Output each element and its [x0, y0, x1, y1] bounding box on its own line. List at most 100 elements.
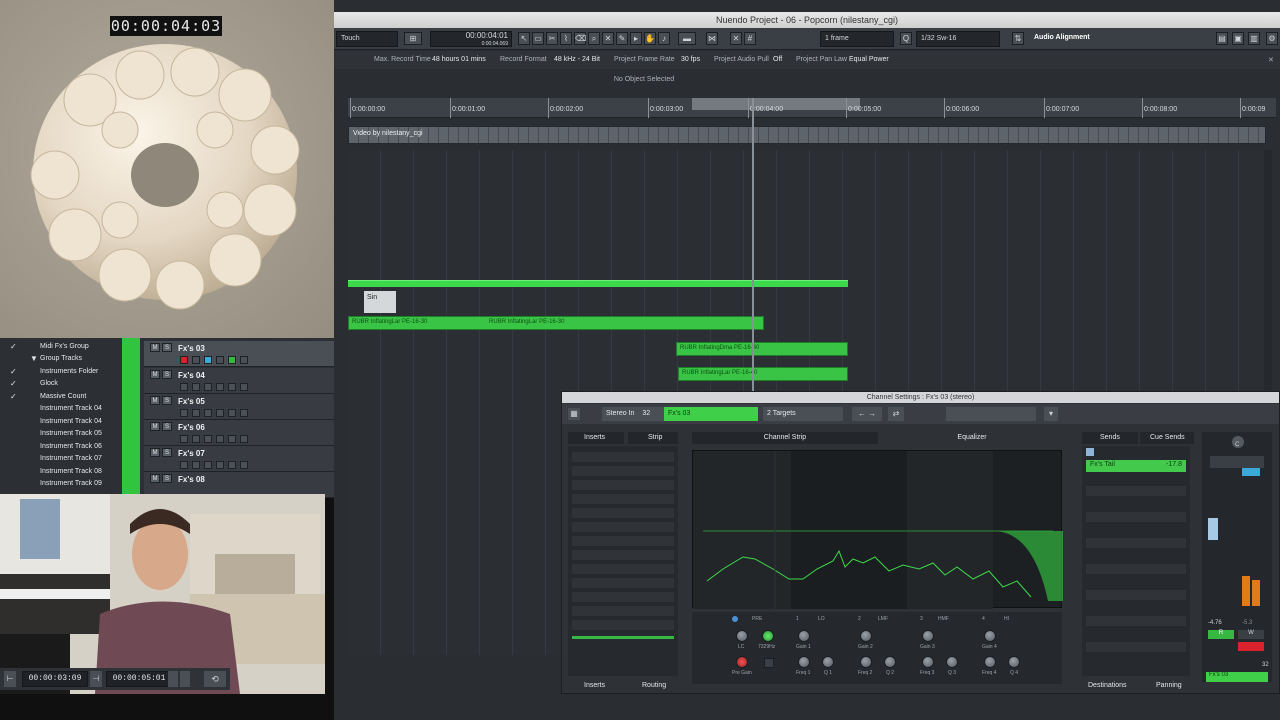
- tab-strip[interactable]: Strip: [628, 432, 678, 444]
- left-locator-field[interactable]: 00:00:03:09: [22, 671, 88, 687]
- track-list-item[interactable]: Instrument Track 05: [0, 428, 122, 440]
- lane-button[interactable]: [204, 383, 212, 391]
- glue-tool-icon[interactable]: ⌇: [560, 32, 572, 45]
- track-list-item[interactable]: ✓ Glock: [0, 378, 122, 390]
- bottom-tab-inserts[interactable]: Inserts: [584, 682, 605, 689]
- track-header[interactable]: M S Fx's 05: [144, 394, 334, 420]
- write-button[interactable]: W: [1238, 630, 1264, 639]
- read-button[interactable]: [228, 435, 236, 443]
- write-button[interactable]: [240, 409, 248, 417]
- write-button[interactable]: [240, 383, 248, 391]
- solo-button[interactable]: S: [162, 448, 172, 457]
- write-button[interactable]: [240, 435, 248, 443]
- insert-slot[interactable]: [572, 466, 674, 476]
- layout-left-icon[interactable]: ▤: [1216, 32, 1228, 45]
- quantize-select[interactable]: 1/32 Sw-16: [916, 31, 1000, 47]
- timeline-ruler[interactable]: 0:00:00:00 0:00:01:00 0:00:02:00 0:00:03…: [348, 98, 1276, 118]
- track-list-item[interactable]: ✓ Midi Fx's Group: [0, 341, 122, 353]
- send-slot[interactable]: [1086, 642, 1186, 652]
- layout-mid-icon[interactable]: ▣: [1232, 32, 1244, 45]
- prev-next-channel-icon[interactable]: ← →: [852, 407, 882, 421]
- link-button[interactable]: [216, 435, 224, 443]
- audio-alignment-icon[interactable]: ⇅: [1012, 32, 1024, 45]
- mute-tool-icon[interactable]: ✕: [602, 32, 614, 45]
- mute-button[interactable]: M: [150, 448, 160, 457]
- insert-slot[interactable]: [572, 536, 674, 546]
- track-name[interactable]: Fx's 07: [178, 449, 205, 458]
- bottom-tab-routing[interactable]: Routing: [642, 682, 666, 689]
- volume-fader[interactable]: [1208, 518, 1218, 540]
- track-check[interactable]: ✓: [10, 342, 17, 351]
- link-button[interactable]: [216, 383, 224, 391]
- preset-menu-icon[interactable]: ▾: [1044, 407, 1058, 421]
- monitor-button[interactable]: [192, 356, 200, 364]
- solo-button[interactable]: [1242, 468, 1260, 476]
- record-arm-button[interactable]: [180, 383, 188, 391]
- insert-slot[interactable]: [572, 550, 674, 560]
- insert-slot[interactable]: [572, 522, 674, 532]
- send-enable-icon[interactable]: [1086, 448, 1094, 456]
- link-button[interactable]: [216, 356, 224, 364]
- bottom-tab-destinations[interactable]: Destinations: [1088, 682, 1127, 689]
- track-header[interactable]: M S Fx's 07: [144, 446, 334, 472]
- info-close-icon[interactable]: ✕: [1268, 56, 1274, 64]
- left-locator-icon[interactable]: ⊢: [4, 671, 16, 687]
- record-arm-button[interactable]: [180, 435, 188, 443]
- track-name[interactable]: Fx's 05: [178, 397, 205, 406]
- mute-button[interactable]: M: [150, 474, 160, 483]
- lane-button[interactable]: [204, 435, 212, 443]
- split-tool-icon[interactable]: ✂: [546, 32, 558, 45]
- zoom-tool-icon[interactable]: ⌕: [588, 32, 600, 45]
- position-display[interactable]: 00:00:04:01 0:00:04.069: [430, 31, 512, 47]
- tab-inserts[interactable]: Inserts: [568, 432, 624, 444]
- track-list-item[interactable]: ✓ Massive Count: [0, 391, 122, 403]
- midi-event-bar[interactable]: [348, 280, 848, 287]
- punch-in-button[interactable]: [168, 671, 178, 687]
- eq-curve-display[interactable]: [692, 450, 1063, 609]
- track-list-item[interactable]: ✓ Instruments Folder: [0, 366, 122, 378]
- channel-name-field[interactable]: Fx's 03: [664, 407, 758, 421]
- right-locator-icon[interactable]: ⊣: [90, 671, 102, 687]
- track-name[interactable]: Fx's 06: [178, 423, 205, 432]
- link-button[interactable]: [216, 461, 224, 469]
- tab-cue-sends[interactable]: Cue Sends: [1140, 432, 1194, 444]
- record-format-value[interactable]: 48 kHz - 24 Bit: [554, 56, 600, 63]
- play-tool-icon[interactable]: ▸: [630, 32, 642, 45]
- q-1-knob[interactable]: [822, 656, 834, 668]
- autoscroll-icon[interactable]: ✕: [730, 32, 742, 45]
- freq-3-knob[interactable]: [922, 656, 934, 668]
- pre-gain-knob[interactable]: [736, 656, 748, 668]
- write-button[interactable]: [240, 356, 248, 364]
- gain-4-knob[interactable]: [984, 630, 996, 642]
- q-2-knob[interactable]: [884, 656, 896, 668]
- quantize-icon[interactable]: Q: [900, 32, 912, 45]
- insert-slot[interactable]: [572, 578, 674, 588]
- mute-solo-row[interactable]: [1210, 456, 1264, 468]
- write-button[interactable]: [240, 461, 248, 469]
- track-header[interactable]: M S Fx's 03: [144, 341, 334, 367]
- track-header[interactable]: M S Fx's 04: [144, 368, 334, 394]
- insert-slot[interactable]: [572, 508, 674, 518]
- audio-event[interactable]: RUBR InflatingDma PE-16-40: [676, 342, 848, 356]
- lc-knob[interactable]: [736, 630, 748, 642]
- record-arm-button[interactable]: [180, 461, 188, 469]
- monitor-button[interactable]: [192, 435, 200, 443]
- audio-pull-value[interactable]: Off: [773, 56, 782, 63]
- track-name[interactable]: Fx's 08: [178, 475, 205, 484]
- hand-tool-icon[interactable]: ✋: [644, 32, 656, 45]
- sends-rack[interactable]: Fx's Tail -17.8: [1082, 446, 1190, 676]
- insert-slot[interactable]: [572, 452, 674, 462]
- output-targets[interactable]: 2 Targets: [763, 407, 843, 421]
- freq-4-knob[interactable]: [984, 656, 996, 668]
- link-button[interactable]: [216, 409, 224, 417]
- track-check[interactable]: ✓: [10, 392, 17, 401]
- tab-channel-strip[interactable]: Channel Strip: [692, 432, 878, 444]
- video-track-event[interactable]: Video by nilestany_cgi: [348, 126, 1266, 144]
- track-name[interactable]: Fx's 04: [178, 371, 205, 380]
- mute-button[interactable]: M: [150, 370, 160, 379]
- track-list-item[interactable]: Instrument Track 08: [0, 466, 122, 478]
- pan-law-value[interactable]: Equal Power: [849, 56, 889, 63]
- gain-1-knob[interactable]: [798, 630, 810, 642]
- freq-2-knob[interactable]: [860, 656, 872, 668]
- send-slot[interactable]: [1086, 512, 1186, 522]
